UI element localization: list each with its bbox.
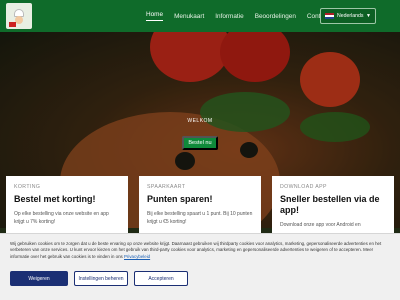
main-nav: Home Menukaart Informatie Beoordelingen … [146, 0, 340, 32]
card-kicker: DOWNLOAD APP [280, 184, 327, 190]
cookie-banner: Wij gebruiken cookies om te zorgen dat u… [0, 233, 400, 300]
chevron-down-icon: ▼ [366, 13, 371, 19]
card-title: Sneller bestellen via de app! [280, 194, 380, 215]
cookie-text: Wij gebruiken cookies om te zorgen dat u… [10, 241, 392, 260]
hero-welcome-text: WELKOM [187, 118, 213, 124]
accept-cookies-button[interactable]: Accepteren [134, 271, 188, 286]
manage-settings-button[interactable]: Instellingen beheren [74, 271, 128, 286]
chef-logo[interactable] [6, 3, 32, 29]
card-kicker: SPAARKAART [147, 184, 186, 190]
card-title: Bestel met korting! [14, 194, 96, 204]
cookie-message: Wij gebruiken cookies om te zorgen dat u… [10, 241, 382, 259]
order-now-button[interactable]: Bestel nu [182, 136, 218, 150]
language-selector[interactable]: Nederlands ▼ [320, 8, 376, 24]
nav-informatie[interactable]: Informatie [215, 13, 243, 20]
privacy-policy-link[interactable]: Privacybeleid [124, 254, 150, 259]
card-title: Punten sparen! [147, 194, 213, 204]
logo-mark [9, 22, 16, 27]
reject-cookies-button[interactable]: Weigeren [10, 271, 68, 286]
card-kicker: KORTING [14, 184, 41, 190]
chef-face-shape [15, 16, 23, 24]
card-body: Download onze app voor Android en [280, 222, 361, 228]
nav-beoordelingen[interactable]: Beoordelingen [255, 13, 296, 20]
navbar: Home Menukaart Informatie Beoordelingen … [0, 0, 400, 32]
card-body: Op elke bestelling via onze website en a… [14, 211, 109, 225]
nav-menukaart[interactable]: Menukaart [174, 13, 204, 20]
netherlands-flag-icon [325, 13, 334, 19]
language-label: Nederlands [337, 13, 364, 19]
card-body: Bij elke bestelling spaart u 1 punt. Bij… [147, 211, 253, 225]
nav-home[interactable]: Home [146, 11, 164, 21]
